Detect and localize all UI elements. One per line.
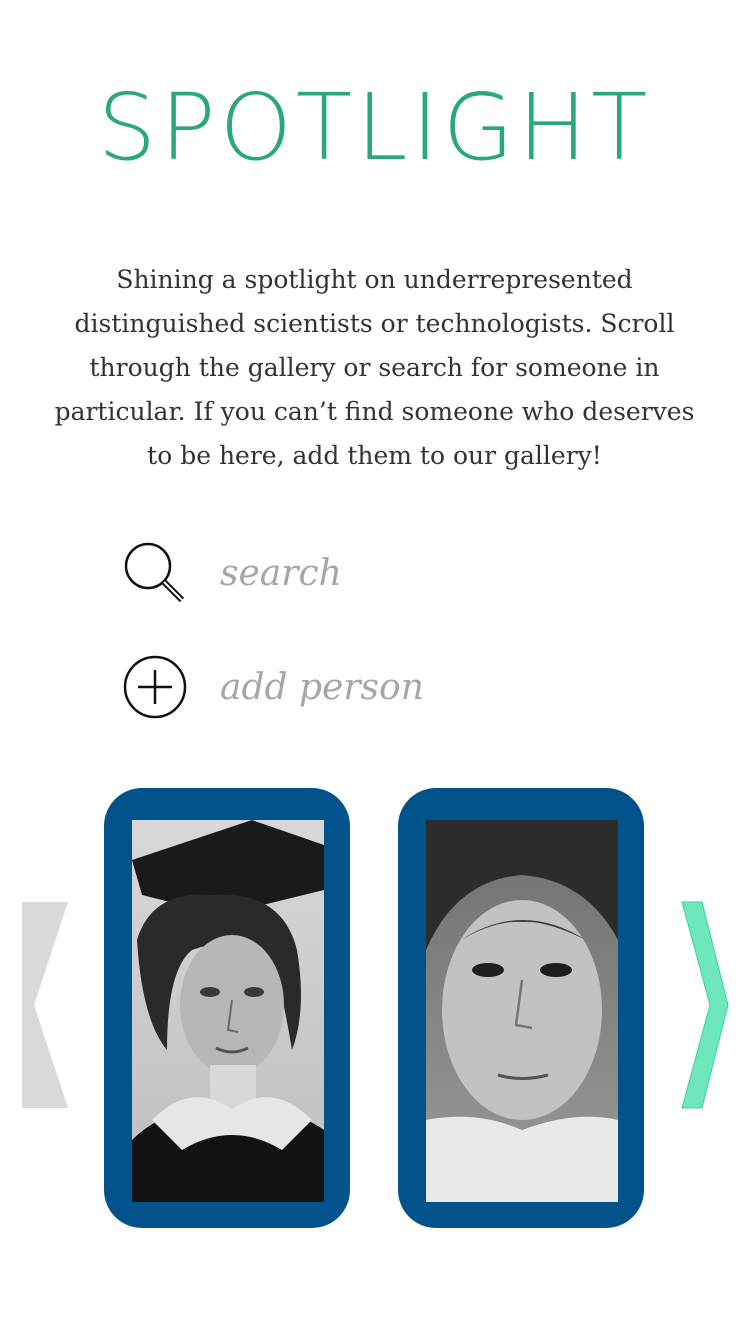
add-person-label: add person <box>220 666 424 708</box>
plus-circle-icon <box>122 654 188 720</box>
page-title: SPOTLIGHT <box>97 74 652 181</box>
search-icon <box>122 540 188 606</box>
search-label: search <box>220 552 342 594</box>
person-card[interactable] <box>398 788 644 1228</box>
intro-text: Shining a spotlight on underrepresented … <box>54 265 695 470</box>
search-button[interactable]: search <box>122 540 342 606</box>
previous-arrow-button[interactable] <box>18 900 72 1110</box>
person-photo <box>426 820 618 1202</box>
chevron-right-icon <box>681 901 729 1109</box>
chevron-left-icon <box>22 902 68 1108</box>
person-photo <box>132 820 324 1202</box>
person-card[interactable] <box>104 788 350 1228</box>
add-person-button[interactable]: add person <box>122 654 424 720</box>
next-arrow-button[interactable] <box>678 900 732 1110</box>
